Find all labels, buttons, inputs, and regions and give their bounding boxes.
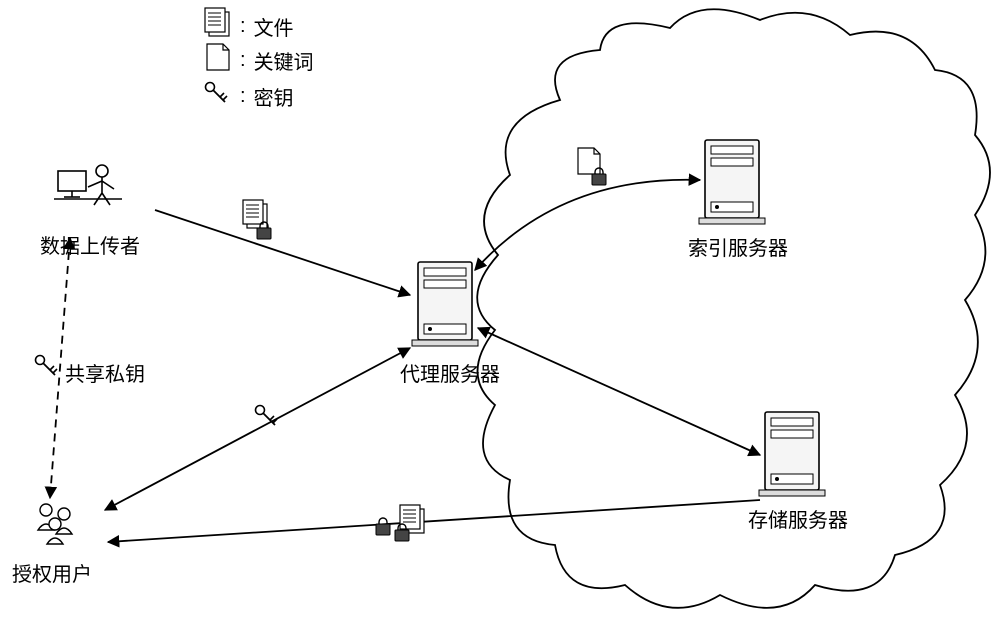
storage-server-label: 存储服务器 [748,504,848,533]
lock-icon [257,222,271,239]
proxy-server-icon [412,262,478,346]
page-icon [578,148,600,174]
edge-uploader-to-proxy [155,210,410,295]
lock-icon [376,518,390,535]
legend-key: : 密钥 [240,82,294,111]
key-icon [256,406,278,426]
authorized-users-label: 授权用户 [12,558,92,587]
index-server-label: 索引服务器 [688,232,788,261]
authorized-users-icon [38,504,72,544]
storage-server-icon [759,412,825,496]
edge-users-proxy [105,348,410,510]
cloud-boundary [477,9,990,608]
edge-storage-users [108,500,760,542]
key-icon [206,83,228,103]
data-uploader-icon [54,165,122,205]
legend-file-label: 文件 [254,12,294,41]
edge-proxy-storage [478,328,760,455]
index-server-icon [699,140,765,224]
lock-icon [592,168,606,185]
edge-proxy-index [475,180,700,270]
share-private-key-label: 共享私钥 [65,358,145,387]
proxy-server-label: 代理服务器 [400,358,500,387]
page-icon [207,44,229,70]
legend-keyword: : 关键词 [240,46,314,75]
legend-key-label: 密钥 [254,82,294,111]
lock-icon [395,524,409,541]
documents-icon [400,505,424,533]
data-uploader-label: 数据上传者 [40,230,140,259]
legend-file: : 文件 [240,12,294,41]
documents-icon [205,8,229,36]
legend-keyword-label: 关键词 [254,46,314,75]
documents-icon [243,200,267,228]
diagram-svg [0,0,1000,630]
key-icon [36,356,58,376]
